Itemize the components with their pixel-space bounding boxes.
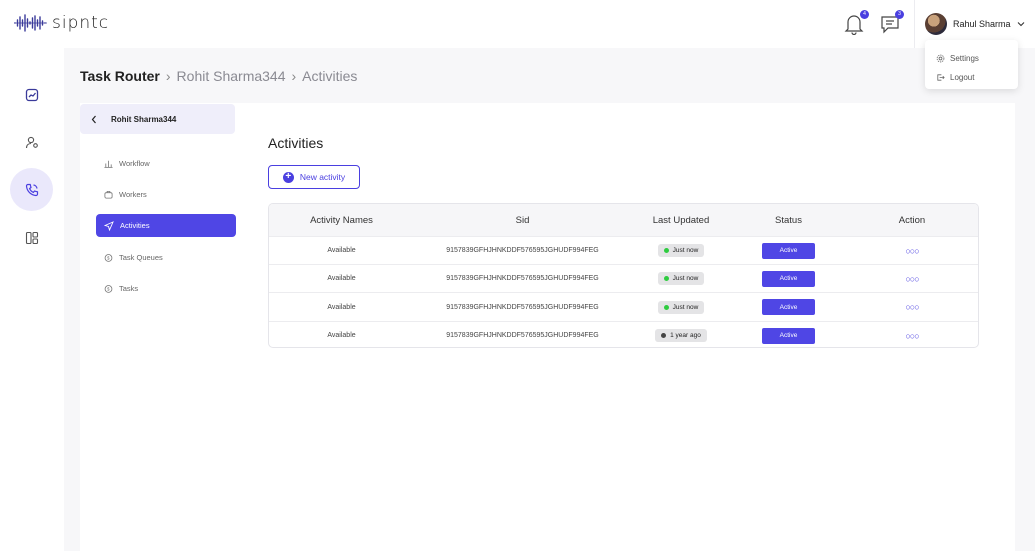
last-updated-chip: Just now [657,244,705,257]
chart-icon [25,88,38,101]
subnav-item-workers[interactable]: Workers [96,183,236,206]
subnav-item-activities[interactable]: Activities [96,214,236,237]
last-updated-text: Just now [672,303,699,311]
subnav-label: Activities [120,221,150,230]
column-header: Sid [515,214,530,226]
breadcrumb: Task Router › Rohit Sharma344 › Activiti… [80,68,357,84]
notification-count-badge: 4 [860,10,869,19]
chevron-down-icon [1017,22,1024,27]
task-queues-icon: $ [104,254,113,262]
svg-text:$: $ [107,287,110,292]
chevron-right-icon: › [291,68,297,84]
nav-calls[interactable] [10,168,53,211]
chevron-left-icon [91,115,96,123]
more-actions-icon[interactable]: ○○○ [905,274,919,284]
workers-icon [104,190,113,199]
top-bar: sipntc 4 3 Rahul Sharma [0,0,1035,48]
status-dot-icon [661,333,667,338]
user-dropdown-menu: Settings Logout [925,40,1018,89]
last-updated-text: 1 year ago [670,332,701,339]
subnav-label: Workers [119,190,147,199]
subnav-label: Workflow [119,159,150,168]
workflow-icon [104,160,113,168]
activity-name: Available [327,332,356,339]
nav-layouts[interactable] [10,216,53,259]
status-dot-icon [663,248,669,253]
column-header: Activity Names [310,214,373,226]
plus-icon: + [282,171,294,183]
activity-sid: 9157839GFHJHNKDDF576595JGHUDF994FEG [446,303,599,311]
table-row: Available 9157839GFHJHNKDDF576595JGHUDF9… [269,264,978,292]
chevron-right-icon: › [165,68,171,84]
subnav-label: Tasks [119,284,139,293]
brand-name: sipntc [52,13,110,33]
message-count-badge: 3 [895,10,904,19]
avatar [925,13,947,35]
column-header: Status [775,214,802,226]
activity-sid: 9157839GFHJHNKDDF576595JGHUDF994FEG [446,275,599,282]
breadcrumb-task-router[interactable]: Task Router [80,68,160,84]
nav-users[interactable] [10,120,53,163]
last-updated-text: Just now [672,247,699,254]
activity-name: Available [327,303,356,311]
user-name: Rahul Sharma [953,19,1011,29]
status-badge[interactable]: Active [762,299,815,315]
notifications-button[interactable]: 4 [844,10,869,36]
workspace-back-button[interactable]: Rohit Sharma344 [80,104,235,134]
status-dot-icon [663,304,669,310]
user-icon [25,136,38,148]
user-menu-toggle[interactable]: Rahul Sharma [925,13,1025,35]
menu-item-settings[interactable]: Settings [936,49,1007,68]
page-title: Activities [268,135,324,151]
subnav-item-tasks[interactable]: $ Tasks [96,277,236,300]
table-header: Activity Names Sid Last Updated Status A… [269,204,978,236]
messages-button[interactable]: 3 [879,10,904,35]
subnav-item-workflow[interactable]: Workflow [96,152,236,175]
table-row: Available 9157839GFHJHNKDDF576595JGHUDF9… [269,292,978,321]
header-divider [914,0,915,48]
status-dot-icon [663,276,669,281]
column-header: Last Updated [652,214,710,226]
workspace-title: Rohit Sharma344 [111,114,177,124]
more-actions-icon[interactable]: ○○○ [905,302,919,312]
grid-layout-icon [25,231,38,244]
nav-dashboard[interactable] [10,73,53,116]
left-icon-nav [0,48,64,551]
activities-icon [104,220,114,231]
activity-sid: 9157839GFHJHNKDDF576595JGHUDF994FEG [446,332,599,339]
column-header: Action [898,214,926,226]
last-updated-chip: 1 year ago [655,329,707,342]
last-updated-chip: Just now [657,272,705,285]
status-badge[interactable]: Active [762,327,815,344]
logout-icon [937,74,945,81]
new-activity-button[interactable]: + New activity [268,165,360,189]
new-activity-label: New activity [299,172,346,182]
tasks-icon: $ [104,285,113,293]
table-row: Available 9157839GFHJHNKDDF576595JGHUDF9… [269,321,978,347]
breadcrumb-activities: Activities [302,68,358,84]
more-actions-icon[interactable]: ○○○ [905,331,919,341]
last-updated-text: Just now [672,275,699,282]
status-badge[interactable]: Active [762,242,815,259]
subnav-item-task-queues[interactable]: $ Task Queues [96,246,236,269]
waveform-logo-icon [14,14,47,32]
activity-name: Available [327,275,356,282]
more-actions-icon[interactable]: ○○○ [905,246,919,256]
phone-icon [25,183,38,196]
svg-text:$: $ [107,256,110,261]
activities-table: Activity Names Sid Last Updated Status A… [268,203,979,348]
breadcrumb-workspace[interactable]: Rohit Sharma344 [177,68,286,84]
menu-item-label: Settings [950,54,979,63]
activity-sid: 9157839GFHJHNKDDF576595JGHUDF994FEG [446,247,599,254]
last-updated-chip: Just now [657,300,705,314]
status-badge[interactable]: Active [762,270,815,287]
table-row: Available 9157839GFHJHNKDDF576595JGHUDF9… [269,236,978,264]
activity-name: Available [327,247,356,254]
gear-icon [936,54,945,63]
subnav-label: Task Queues [119,253,163,262]
menu-item-label: Logout [950,73,975,82]
brand-logo[interactable]: sipntc [14,13,109,33]
menu-item-logout[interactable]: Logout [936,68,1007,87]
